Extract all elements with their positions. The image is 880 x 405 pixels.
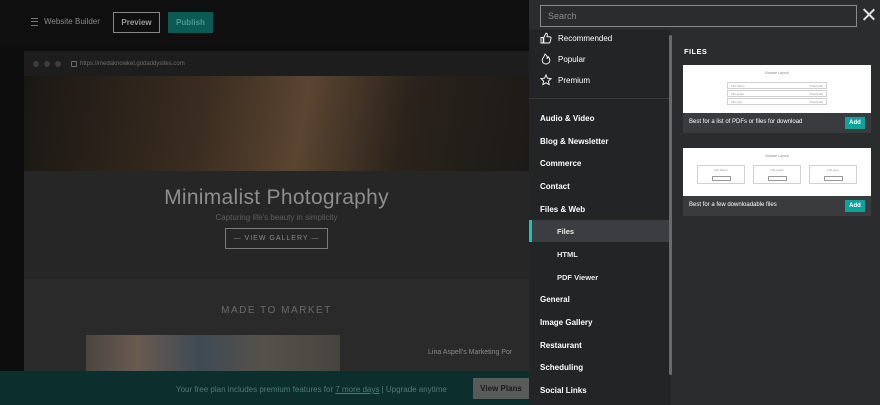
hamburger-icon: [31, 17, 38, 26]
site-preview-frame: https://medaknowkel.godaddysites.com Min…: [24, 51, 529, 371]
preview-title: Browse Layout: [765, 71, 789, 75]
search-input[interactable]: [540, 5, 857, 27]
preview-item-button: [768, 176, 787, 181]
market-section: MADE TO MARKET Lina Aspell's Marketing P…: [24, 279, 529, 371]
preview-row-action: Download: [809, 84, 823, 88]
preview-row-action: Download: [809, 92, 823, 96]
editor-topbar: Website Builder Preview Publish: [0, 0, 529, 46]
category-premium[interactable]: Premium: [540, 74, 590, 86]
category-label: Premium: [558, 75, 591, 85]
category-image-gallery[interactable]: Image Gallery: [540, 318, 592, 327]
category-general[interactable]: General: [540, 295, 570, 304]
preview-row-name: File Name: [731, 84, 745, 88]
active-subcategory-highlight: [529, 220, 669, 242]
preview-row: File guide Download: [727, 90, 827, 97]
category-files-web[interactable]: Files & Web: [540, 205, 585, 214]
preview-row-name: File type: [731, 100, 743, 104]
category-social-links[interactable]: Social Links: [540, 386, 587, 395]
preview-item: File guide: [753, 165, 801, 184]
window-dot-icon: [55, 60, 61, 67]
section-heading: FILES: [684, 47, 708, 56]
category-popular[interactable]: Popular: [540, 53, 586, 65]
preview-item: File type: [809, 165, 857, 184]
category-scheduling[interactable]: Scheduling: [540, 363, 583, 372]
view-gallery-button[interactable]: — VIEW GALLERY —: [224, 228, 329, 249]
active-indicator: [529, 220, 532, 242]
layout-card-list[interactable]: Browse Layout File Name Download File gu…: [683, 65, 871, 133]
days-left-link[interactable]: 7 more days: [335, 385, 379, 394]
preview-item-button: [712, 176, 731, 181]
site-url-text: https://medaknowkel.godaddysites.com: [80, 60, 185, 67]
close-icon[interactable]: [862, 8, 876, 22]
category-list[interactable]: Recommended Popular Premium Audio & Vide…: [529, 30, 671, 405]
card-footer: Best for a list of PDFs or files for dow…: [683, 113, 871, 133]
preview-item: File Name: [697, 165, 745, 184]
site-url: https://medaknowkel.godaddysites.com: [71, 60, 185, 67]
subcategory-files[interactable]: Files: [557, 227, 574, 236]
category-recommended[interactable]: Recommended: [540, 32, 612, 44]
preview-item-label: File guide: [770, 168, 784, 172]
preview-row: File type Download: [727, 98, 827, 105]
category-blog-newsletter[interactable]: Blog & Newsletter: [540, 137, 608, 146]
category-contact[interactable]: Contact: [540, 182, 570, 191]
preview-row-name: File guide: [731, 92, 745, 96]
category-commerce[interactable]: Commerce: [540, 159, 581, 168]
banner-text-before: Your free plan includes premium features…: [176, 385, 336, 394]
preview-button[interactable]: Preview: [113, 12, 160, 33]
preview-item-button: [824, 176, 843, 181]
section-name: Lina Aspell's Marketing Por: [428, 349, 513, 356]
market-image: [86, 335, 340, 371]
star-icon: [540, 74, 552, 86]
preview-title: Browse Layout: [765, 154, 789, 158]
window-dot-icon: [33, 60, 39, 67]
app-name: Website Builder: [44, 17, 100, 26]
divider: [529, 98, 671, 99]
publish-button[interactable]: Publish: [168, 12, 213, 33]
category-label: Popular: [558, 54, 586, 64]
site-subtitle: Capturing life's beauty in simplicity: [215, 213, 338, 222]
add-button[interactable]: Add: [845, 117, 865, 129]
banner-text-after: | Upgrade anytime: [379, 385, 447, 394]
preview-item-label: File type: [827, 168, 839, 172]
preview-row-action: Download: [809, 100, 823, 104]
category-label: Recommended: [558, 33, 613, 43]
preview-item-label: File Name: [714, 168, 728, 172]
view-plans-button[interactable]: View Plans: [473, 378, 529, 399]
thumbs-up-icon: [540, 32, 552, 44]
hero-image: [24, 76, 529, 171]
card-description: Best for a list of PDFs or files for dow…: [689, 119, 803, 125]
card-description: Best for a few downloadable files: [689, 202, 777, 208]
window-dot-icon: [44, 60, 50, 67]
layout-card-grid[interactable]: Browse Layout File Name File guide File …: [683, 148, 871, 216]
section-title: MADE TO MARKET: [221, 305, 332, 316]
site-title: Minimalist Photography: [164, 186, 389, 209]
flame-icon: [541, 53, 551, 65]
browser-url-bar: https://medaknowkel.godaddysites.com: [24, 51, 529, 76]
subcategory-pdf-viewer[interactable]: PDF Viewer: [557, 273, 598, 282]
category-restaurant[interactable]: Restaurant: [540, 341, 582, 350]
banner-text: Your free plan includes premium features…: [176, 385, 447, 394]
upgrade-banner: Your free plan includes premium features…: [0, 371, 529, 405]
app-menu[interactable]: Website Builder: [31, 17, 100, 26]
lock-icon: [71, 60, 77, 67]
add-section-panel: Recommended Popular Premium Audio & Vide…: [529, 0, 880, 405]
card-footer: Best for a few downloadable files Add: [683, 196, 871, 216]
preview-row: File Name Download: [727, 82, 827, 89]
subcategory-html[interactable]: HTML: [557, 250, 578, 259]
scrollbar[interactable]: [669, 35, 672, 375]
category-audio-video[interactable]: Audio & Video: [540, 114, 595, 123]
add-button[interactable]: Add: [845, 200, 865, 212]
